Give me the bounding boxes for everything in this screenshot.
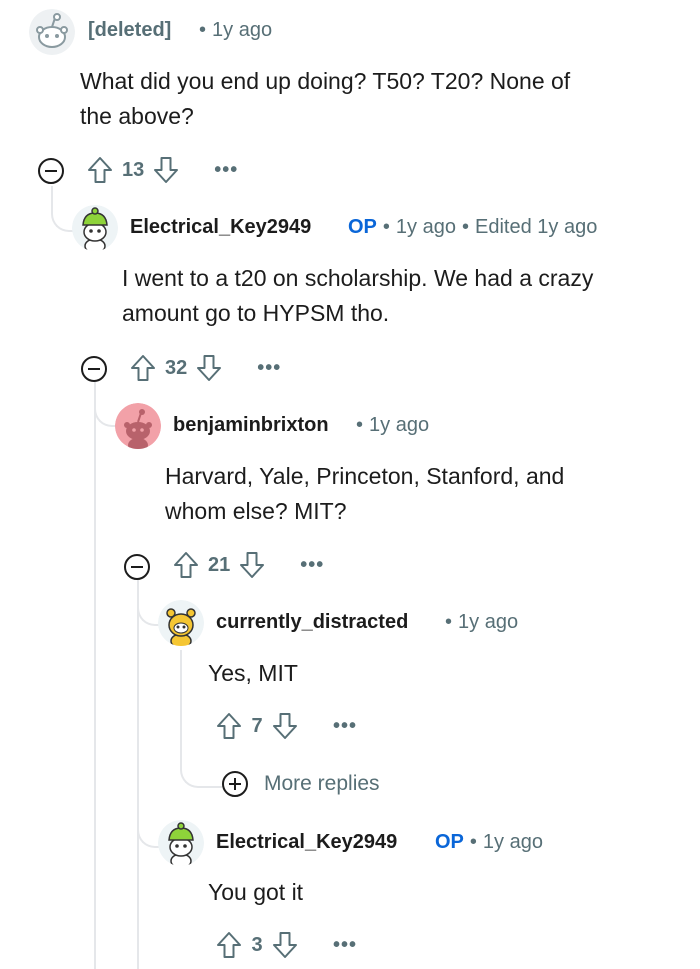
more-replies-label[interactable]: More replies — [264, 772, 380, 796]
comment-body-line: Harvard, Yale, Princeton, Stanford, and — [165, 463, 565, 489]
snoo-red-avatar-icon[interactable] — [115, 403, 161, 449]
comment-timestamp: 1y ago — [458, 611, 519, 633]
collapse-minus-icon[interactable] — [81, 356, 107, 382]
comment-timestamp: 1y ago — [212, 19, 273, 41]
comment-actions: 7 ••• — [215, 711, 357, 741]
comment-actions: 21 ••• — [172, 550, 324, 580]
comment-body: Yes, MIT — [208, 656, 678, 691]
more-options-icon[interactable]: ••• — [214, 159, 238, 182]
more-options-icon[interactable]: ••• — [333, 715, 357, 738]
vote-score: 21 — [208, 553, 231, 576]
comment-username[interactable]: Electrical_Key2949 — [216, 831, 397, 854]
comment-meta: OP • 1y ago • Edited 1y ago — [348, 216, 597, 239]
comment-body: You got it — [208, 875, 678, 910]
more-options-icon[interactable]: ••• — [333, 934, 357, 957]
snoo-yellow-costume-avatar-icon[interactable] — [158, 600, 204, 646]
comment-body-line: What did you end up doing? T50? T20? Non… — [80, 68, 571, 94]
comment-body-line: Yes, MIT — [208, 660, 298, 686]
comment-username[interactable]: [deleted] — [88, 19, 171, 42]
comment-meta: • 1y ago — [439, 611, 518, 634]
thread-elbow-1 — [51, 186, 73, 232]
meta-separator: • — [356, 414, 364, 436]
meta-separator: • — [445, 611, 453, 633]
comment-body-line: You got it — [208, 879, 304, 905]
vote-score: 32 — [165, 356, 188, 379]
comment-username[interactable]: Electrical_Key2949 — [130, 216, 311, 239]
meta-separator: • — [469, 831, 477, 853]
vote-score: 13 — [122, 158, 145, 181]
comment-timestamp: 1y ago — [369, 414, 430, 436]
edited-label: Edited 1y ago — [475, 216, 598, 238]
comment-username[interactable]: currently_distracted — [216, 611, 408, 634]
op-badge: OP — [435, 831, 464, 853]
comment-meta: OP • 1y ago — [435, 831, 543, 854]
meta-separator: • — [461, 216, 469, 238]
snoo-green-hat-avatar-icon[interactable] — [72, 205, 118, 251]
comment-body-line: the above? — [80, 103, 194, 129]
upvote-arrow-icon[interactable] — [129, 353, 157, 383]
comment-body: What did you end up doing? T50? T20? Non… — [80, 64, 680, 134]
upvote-arrow-icon[interactable] — [215, 711, 243, 741]
more-options-icon[interactable]: ••• — [300, 554, 324, 577]
comment-body-line: amount go to HYPSM tho. — [122, 300, 390, 326]
upvote-arrow-icon[interactable] — [215, 930, 243, 960]
comment-body-line: whom else? MIT? — [165, 498, 347, 524]
thread-elbow-2 — [94, 381, 116, 427]
comment-timestamp: 1y ago — [395, 216, 456, 238]
downvote-arrow-icon[interactable] — [271, 711, 299, 741]
comment-actions: 13 ••• — [86, 155, 238, 185]
downvote-arrow-icon[interactable] — [195, 353, 223, 383]
collapse-minus-icon[interactable] — [38, 158, 64, 184]
meta-separator: • — [382, 216, 390, 238]
snoo-green-hat-avatar-icon[interactable] — [158, 820, 204, 866]
collapse-minus-icon[interactable] — [124, 554, 150, 580]
more-replies-button[interactable]: More replies — [222, 771, 380, 797]
downvote-arrow-icon[interactable] — [271, 930, 299, 960]
comment-actions: 32 ••• — [129, 353, 281, 383]
downvote-arrow-icon[interactable] — [152, 155, 180, 185]
comment-username[interactable]: benjaminbrixton — [173, 414, 329, 437]
thread-line-level-2 — [94, 381, 96, 969]
vote-score: 7 — [251, 714, 263, 737]
comment-body: Harvard, Yale, Princeton, Stanford, and … — [165, 459, 685, 529]
comment-meta: • 1y ago — [350, 414, 429, 437]
vote-score: 3 — [251, 933, 263, 956]
thread-elbow-3b — [137, 624, 159, 848]
thread-elbow-3a — [137, 580, 159, 626]
avatar-deleted-icon[interactable] — [29, 9, 75, 55]
upvote-arrow-icon[interactable] — [172, 550, 200, 580]
downvote-arrow-icon[interactable] — [238, 550, 266, 580]
more-options-icon[interactable]: ••• — [257, 357, 281, 380]
meta-separator: • — [199, 19, 207, 41]
comment-timestamp: 1y ago — [482, 831, 543, 853]
plus-circle-icon[interactable] — [222, 771, 248, 797]
comment-body: I went to a t20 on scholarship. We had a… — [122, 261, 692, 331]
comment-actions: 3 ••• — [215, 930, 357, 960]
upvote-arrow-icon[interactable] — [86, 155, 114, 185]
comment-meta: • 1y ago — [193, 19, 272, 42]
comment-body-line: I went to a t20 on scholarship. We had a… — [122, 265, 594, 291]
op-badge: OP — [348, 216, 377, 238]
